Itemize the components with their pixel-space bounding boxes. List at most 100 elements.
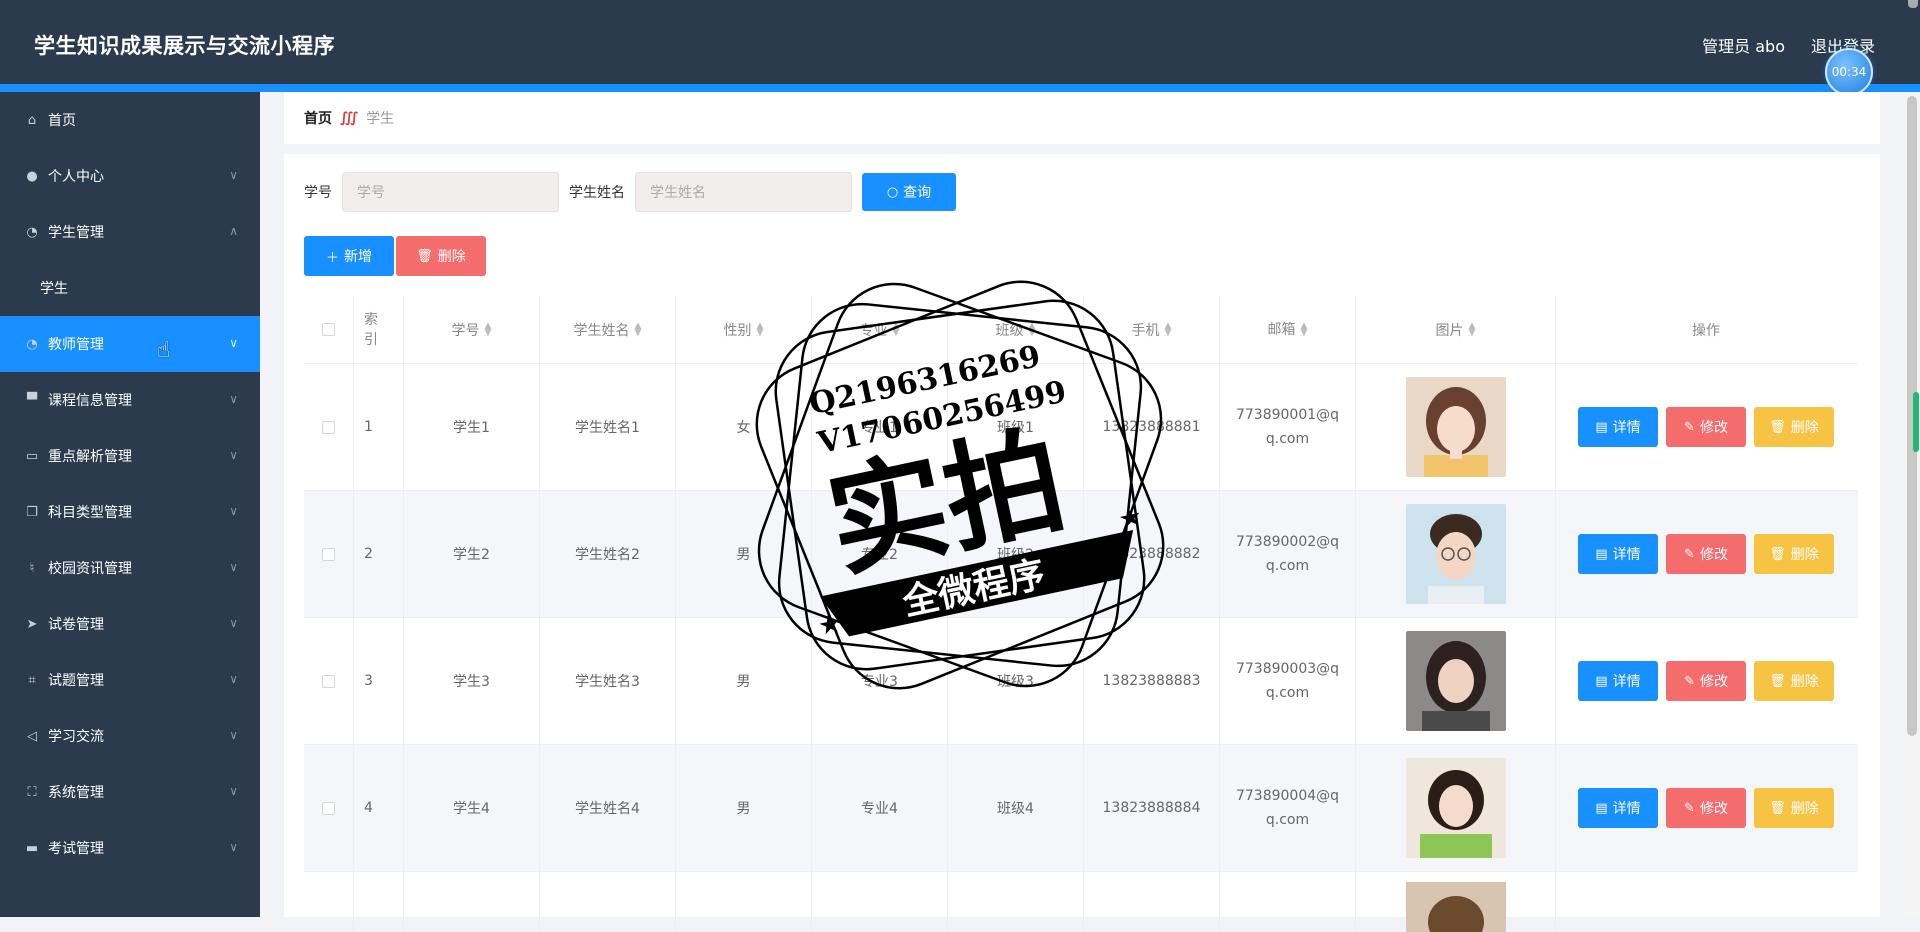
cell-index: 1: [354, 364, 404, 490]
student-avatar-image[interactable]: [1405, 631, 1506, 731]
header-phone-label: 手机: [1131, 322, 1160, 339]
table-row: 1 学生1 学生姓名1 女 专业1 班级1 13823888881 773890…: [304, 364, 1858, 491]
sno-search-input[interactable]: 学号: [342, 172, 559, 212]
sidebar-item-course-info[interactable]: ▀ 课程信息管理 ∨: [0, 372, 260, 428]
cell-phone: [1084, 872, 1220, 932]
header-class[interactable]: 班级 ▲ ▼: [948, 296, 1084, 363]
recording-timer-badge[interactable]: 00:34: [1825, 48, 1873, 96]
delete-button-label: 删除: [1790, 547, 1819, 563]
detail-button-label: 详情: [1612, 420, 1641, 436]
cell-phone: 13823888881: [1084, 364, 1220, 490]
header-phone[interactable]: 手机 ▲ ▼: [1084, 296, 1220, 363]
cell-pic: [1356, 491, 1556, 617]
header-mail[interactable]: 邮箱 ▲ ▼: [1220, 296, 1356, 363]
detail-button[interactable]: ▤ 详情: [1578, 661, 1658, 701]
cell-class: 班级2: [948, 491, 1084, 617]
sort-icon: ▲ ▼: [1300, 320, 1308, 338]
cell-pic: [1356, 872, 1556, 932]
cell-class: 班级4: [948, 745, 1084, 871]
query-button[interactable]: ○ 查询: [862, 173, 956, 211]
detail-button-label: 详情: [1612, 547, 1641, 563]
chevron-down-icon: ∨: [229, 840, 238, 854]
detail-button[interactable]: ▤ 详情: [1578, 534, 1658, 574]
header-name[interactable]: 学生姓名 ▲ ▼: [540, 296, 676, 363]
sidebar-item-label: 学生管理: [48, 225, 104, 241]
batch-delete-label: 删除: [437, 249, 466, 265]
row-select-cell: [304, 745, 354, 871]
select-all-checkbox[interactable]: [322, 323, 335, 336]
sidebar-item-label: 教师管理: [48, 337, 104, 353]
chevron-down-icon: ∨: [229, 616, 238, 630]
student-avatar-image[interactable]: [1405, 882, 1506, 932]
cell-mail: 773890003@qq.com: [1220, 618, 1356, 744]
header-sno[interactable]: 学号 ▲ ▼: [404, 296, 540, 363]
sidebar-item-personal-center[interactable]: ● 个人中心 ∨: [0, 148, 260, 204]
delete-button[interactable]: 🗑 删除: [1754, 407, 1834, 447]
cell-class: 班级3: [948, 618, 1084, 744]
edit-button[interactable]: ✎ 修改: [1666, 788, 1746, 828]
header-sex-label: 性别: [723, 322, 752, 339]
header-pic[interactable]: 图片 ▲ ▼: [1356, 296, 1556, 363]
delete-button[interactable]: 🗑 删除: [1754, 661, 1834, 701]
table-header-row: 索引 学号 ▲ ▼ 学生姓名 ▲ ▼ 性别 ▲ ▼ 专业 ▲ ▼ 班级 ▲ ▼ 手机 ▲ ▼ 邮箱 ▲ ▼ …: [304, 296, 1858, 364]
sort-icon: ▲ ▼: [892, 320, 900, 338]
detail-button-label: 详情: [1612, 801, 1641, 817]
row-checkbox[interactable]: [322, 801, 335, 815]
sidebar-item-study-exchange[interactable]: ◁ 学习交流 ∨: [0, 708, 260, 764]
location-icon: ◁: [27, 728, 37, 744]
student-avatar-image[interactable]: [1405, 377, 1506, 477]
cell-operations: ▤ 详情 ✎ 修改 🗑 删除: [1556, 364, 1856, 490]
chevron-up-icon: ∧: [229, 224, 238, 238]
sidebar-item-label: 科目类型管理: [48, 505, 132, 521]
header-sex[interactable]: 性别 ▲ ▼: [676, 296, 812, 363]
student-avatar-image[interactable]: [1405, 504, 1506, 604]
header-major[interactable]: 专业 ▲ ▼: [812, 296, 948, 363]
cell-operations: [1556, 872, 1856, 932]
sidebar-subitem-student[interactable]: 学生: [0, 260, 260, 316]
sidebar-item-home[interactable]: ⌂ 首页: [0, 92, 260, 148]
row-select-cell: [304, 872, 354, 932]
sidebar-item-label: 试题管理: [48, 673, 104, 689]
name-search-input[interactable]: 学生姓名: [635, 172, 852, 212]
student-avatar-image[interactable]: [1405, 758, 1506, 858]
pencil-icon: ✎: [1684, 419, 1695, 435]
sidebar-item-campus-news[interactable]: ♮ 校园资讯管理 ∨: [0, 540, 260, 596]
add-button[interactable]: ＋ 新增: [304, 236, 394, 276]
edit-button[interactable]: ✎ 修改: [1666, 407, 1746, 447]
delete-button[interactable]: 🗑 删除: [1754, 788, 1834, 828]
detail-button-label: 详情: [1612, 674, 1641, 690]
detail-button[interactable]: ▤ 详情: [1578, 788, 1658, 828]
home-icon: ⌂: [27, 112, 37, 128]
sidebar-item-paper-management[interactable]: ➤ 试卷管理 ∨: [0, 596, 260, 652]
sidebar-item-label: 考试管理: [48, 841, 104, 857]
row-checkbox[interactable]: [322, 547, 335, 561]
edit-button[interactable]: ✎ 修改: [1666, 661, 1746, 701]
mouse-pointer-icon: ☝: [157, 338, 171, 363]
sidebar-item-subject-type[interactable]: ❐ 科目类型管理 ∨: [0, 484, 260, 540]
sidebar-item-teacher-management[interactable]: ◔ 教师管理 ∨: [0, 316, 260, 372]
chevron-down-icon: ∨: [229, 560, 238, 574]
row-checkbox[interactable]: [322, 674, 335, 688]
edit-button[interactable]: ✎ 修改: [1666, 534, 1746, 574]
cell-sno: 学生4: [404, 745, 540, 871]
sidebar-item-system-management[interactable]: ⛶ 系统管理 ∨: [0, 764, 260, 820]
cell-sex: [676, 872, 812, 932]
sort-icon: ▲ ▼: [1028, 320, 1036, 338]
sidebar-item-question-management[interactable]: ⌗ 试题管理 ∨: [0, 652, 260, 708]
cell-sex: 女: [676, 364, 812, 490]
batch-delete-button[interactable]: 🗑 删除: [396, 236, 486, 276]
detail-button[interactable]: ▤ 详情: [1578, 407, 1658, 447]
sidebar-item-exam-management[interactable]: ▬ 考试管理 ∨: [0, 820, 260, 876]
cell-sno: 学生2: [404, 491, 540, 617]
sidebar-item-student-management[interactable]: ◔ 学生管理 ∧: [0, 204, 260, 260]
sno-search-label: 学号: [304, 185, 332, 201]
breadcrumb: 首页 ∭ 学生: [284, 92, 1880, 144]
table-row: [304, 872, 1858, 932]
row-checkbox[interactable]: [322, 420, 335, 434]
sort-icon: ▲ ▼: [634, 320, 642, 338]
delete-button[interactable]: 🗑 删除: [1754, 534, 1834, 574]
breadcrumb-home[interactable]: 首页: [304, 108, 332, 128]
sidebar-item-key-analysis[interactable]: ▭ 重点解析管理 ∨: [0, 428, 260, 484]
student-table: 索引 学号 ▲ ▼ 学生姓名 ▲ ▼ 性别 ▲ ▼ 专业 ▲ ▼ 班级 ▲ ▼ 手机 ▲ ▼ 邮箱 ▲ ▼ …: [304, 296, 1858, 932]
stamp-icon: ▀: [27, 392, 37, 408]
